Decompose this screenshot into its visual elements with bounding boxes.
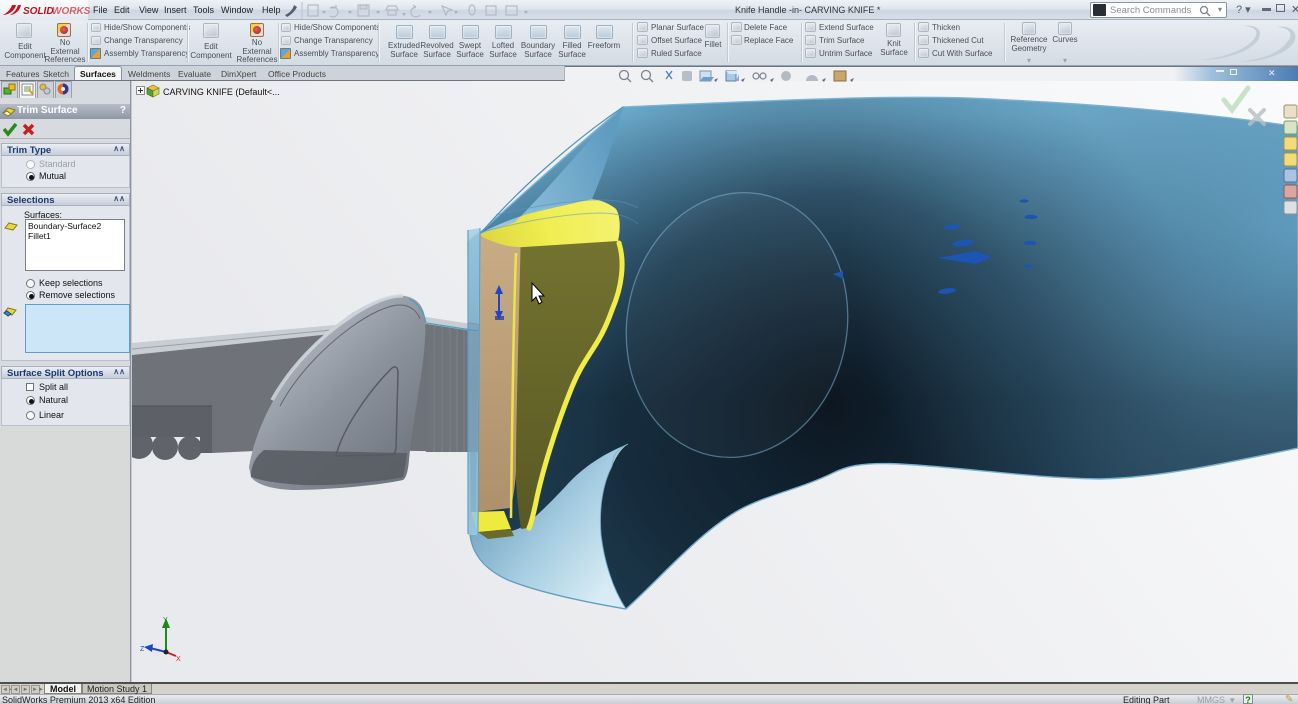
svg-text:Z: Z bbox=[140, 646, 145, 653]
svg-text:SOLID: SOLID bbox=[23, 6, 54, 17]
svg-text:WORKS: WORKS bbox=[52, 6, 91, 17]
svg-text:CARVING KNIFE (Default<...: CARVING KNIFE (Default<... bbox=[163, 87, 280, 97]
svg-text:X: X bbox=[176, 656, 181, 663]
svg-text:Y: Y bbox=[163, 617, 168, 624]
